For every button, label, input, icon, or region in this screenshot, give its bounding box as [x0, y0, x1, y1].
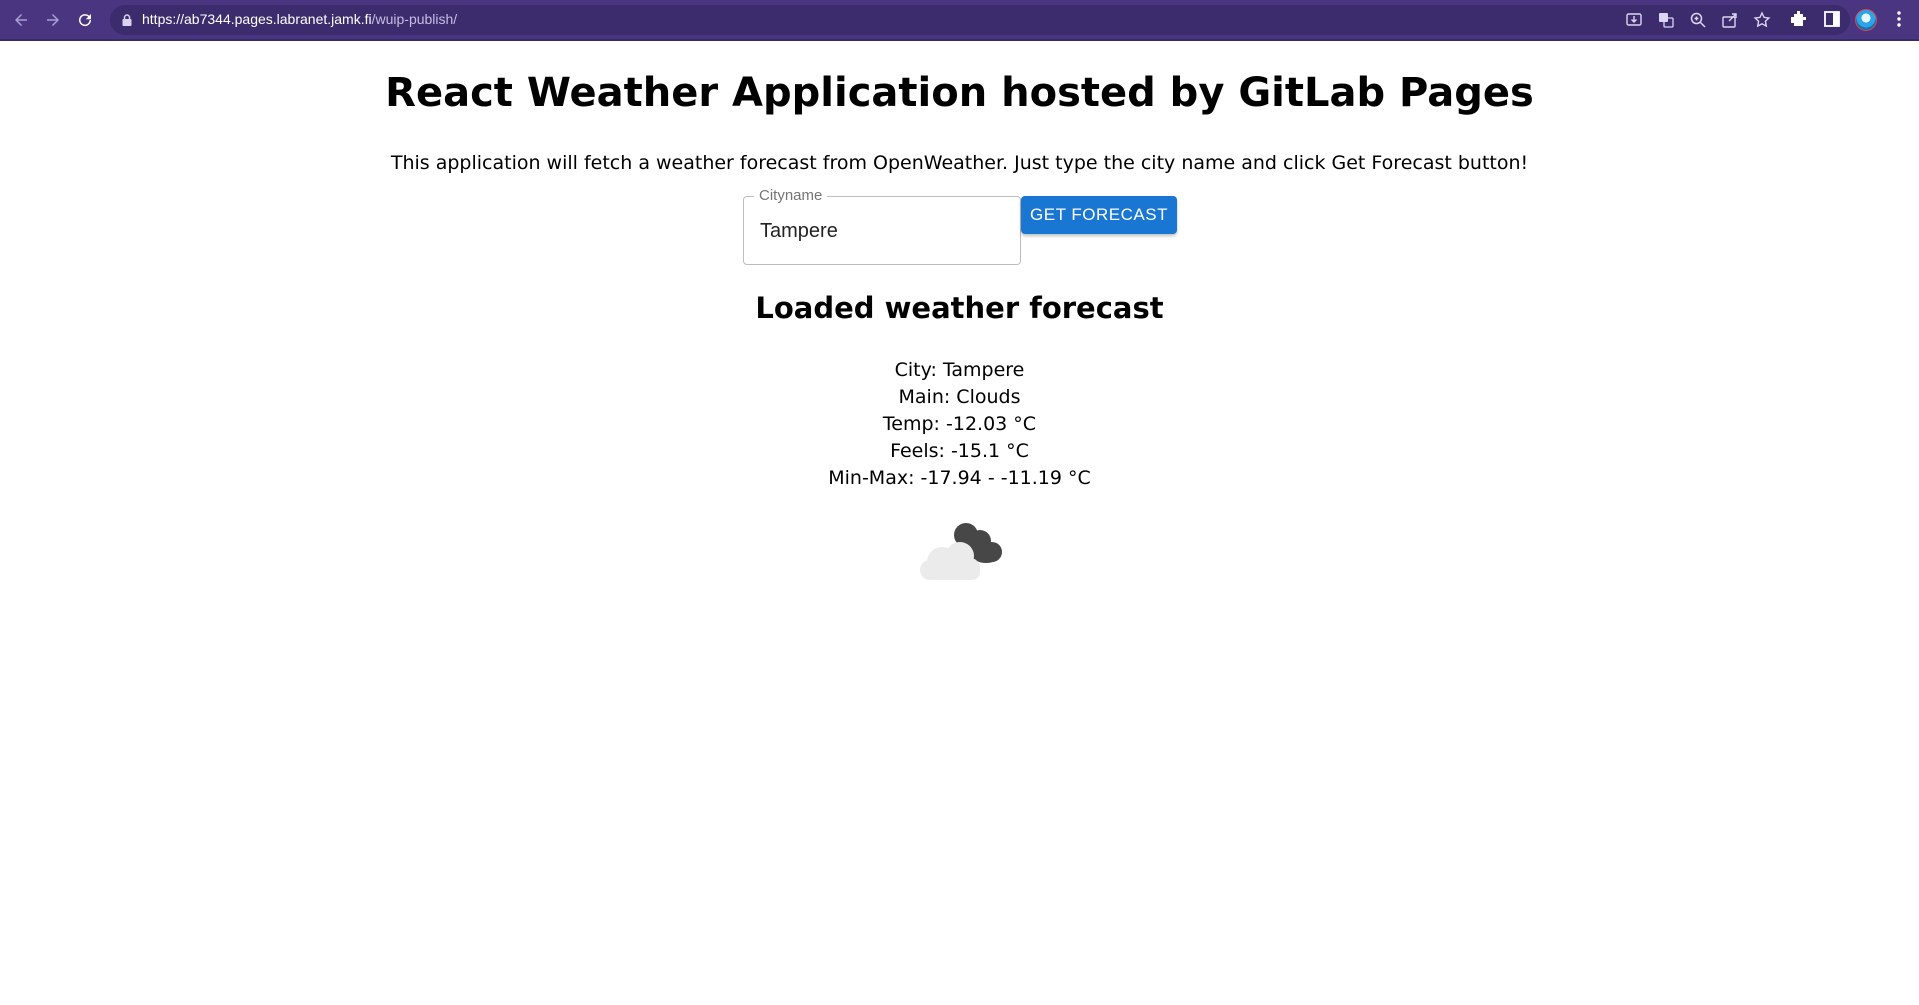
- forecast-city: City: Tampere: [894, 359, 1025, 381]
- get-forecast-button[interactable]: GET FORECAST: [1021, 196, 1177, 234]
- forecast-feels: Feels: -15.1 °C: [890, 440, 1029, 462]
- share-icon[interactable]: [1721, 11, 1739, 29]
- cityname-input[interactable]: [760, 216, 1000, 246]
- page-title: React Weather Application hosted by GitL…: [385, 70, 1534, 116]
- side-panel-icon[interactable]: [1822, 9, 1842, 29]
- address-bar[interactable]: https://ab7344.pages.labranet.jamk.fi/wu…: [110, 5, 1850, 35]
- extensions-icon[interactable]: [1789, 9, 1809, 29]
- url-host: https://ab7344.pages.labranet.jamk.fi: [142, 11, 372, 27]
- zoom-icon[interactable]: [1689, 11, 1707, 29]
- forward-button[interactable]: [41, 8, 65, 32]
- menu-dots-icon[interactable]: [1889, 9, 1909, 29]
- reload-icon: [79, 14, 92, 27]
- url-path: /wuip-publish/: [371, 11, 458, 27]
- forecast-minmax: Min-Max: -17.94 - -11.19 °C: [828, 467, 1091, 489]
- translate-icon[interactable]: [1657, 11, 1675, 29]
- bookmark-star-icon[interactable]: [1753, 11, 1771, 29]
- back-button[interactable]: [9, 8, 33, 32]
- intro-text: This application will fetch a weather fo…: [390, 152, 1529, 174]
- forecast-details: City: Tampere Main: Clouds Temp: -12.03 …: [0, 357, 1919, 492]
- cityname-label: Cityname: [754, 187, 828, 204]
- arrow-left-icon: [15, 14, 27, 26]
- profile-avatar[interactable]: [1855, 9, 1877, 31]
- cityname-field[interactable]: Cityname: [743, 187, 1021, 265]
- forecast-main: Main: Clouds: [898, 386, 1021, 408]
- broken-clouds-icon: [920, 523, 1002, 580]
- reload-button[interactable]: [73, 8, 97, 32]
- arrow-right-icon: [47, 14, 59, 26]
- forecast-temp: Temp: -12.03 °C: [882, 413, 1037, 435]
- lock-icon: [122, 14, 132, 26]
- forecast-heading: Loaded weather forecast: [755, 291, 1164, 325]
- install-app-icon[interactable]: [1625, 11, 1643, 29]
- url-text: https://ab7344.pages.labranet.jamk.fi/wu…: [142, 11, 457, 27]
- browser-toolbar: https://ab7344.pages.labranet.jamk.fi/wu…: [0, 0, 1919, 41]
